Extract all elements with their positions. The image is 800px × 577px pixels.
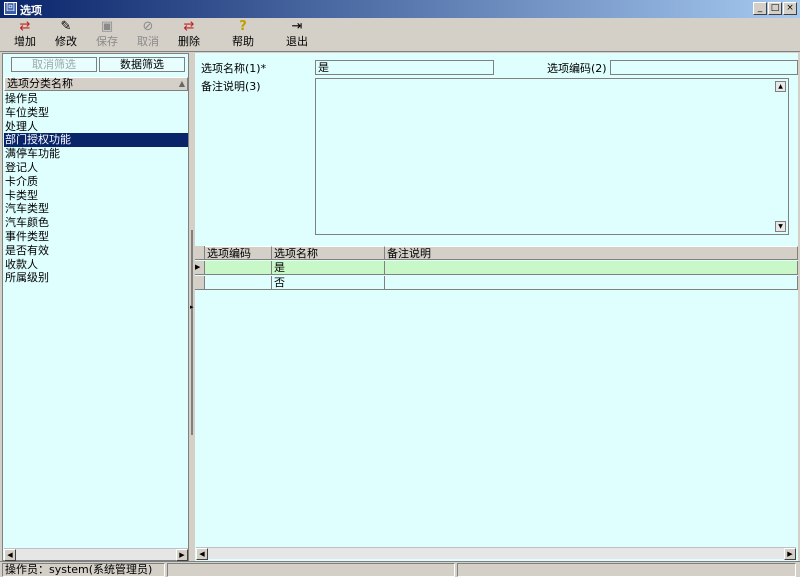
cancel-filter-button[interactable]: 取消筛选: [11, 57, 97, 72]
left-horizontal-scrollbar[interactable]: ◀ ▶: [4, 548, 188, 561]
sort-icon: ▲: [178, 79, 185, 88]
list-item[interactable]: 登记人: [4, 161, 188, 175]
title-bar: 回 选项 _ □ ×: [0, 0, 800, 18]
edit-button[interactable]: ✎ 修改: [44, 19, 88, 51]
detail-panel: 选项名称(1)* 是 选项编码(2) 备注说明(3) ▲ ▼ 选项编码 选项名称…: [195, 53, 798, 561]
edit-label: 修改: [55, 35, 77, 48]
add-button[interactable]: ⇄ 增加: [3, 19, 47, 51]
list-item[interactable]: 卡类型: [4, 189, 188, 203]
scroll-left-icon[interactable]: ◀: [4, 549, 16, 561]
add-label: 增加: [14, 35, 36, 48]
row-indicator: [195, 276, 205, 290]
scroll-down-icon[interactable]: ▼: [775, 221, 786, 232]
option-code-label: 选项编码(2): [547, 62, 607, 75]
category-column-header[interactable]: 选项分类名称 ▲: [4, 77, 188, 91]
list-item[interactable]: 汽车类型: [4, 202, 188, 216]
category-panel: 取消筛选 数据筛选 选项分类名称 ▲ 操作员 车位类型 处理人 部门授权功能 满停车功能…: [2, 53, 189, 561]
cancel-icon: ⊘: [142, 19, 154, 34]
remark-label: 备注说明(3): [201, 80, 261, 93]
exit-icon: ⇥: [291, 19, 303, 34]
scroll-right-icon[interactable]: ▶: [176, 549, 188, 561]
window-title: 选项: [20, 4, 42, 17]
row-name-cell[interactable]: 否: [272, 276, 385, 290]
row-indicator-icon: ▶: [195, 261, 205, 275]
save-button[interactable]: ▣ 保存: [85, 19, 129, 51]
splitter-grip-icon[interactable]: ▸: [190, 303, 194, 311]
help-button[interactable]: ? 帮助: [221, 19, 265, 51]
status-panel-3: [457, 563, 796, 577]
list-item[interactable]: 所属级别: [4, 271, 188, 285]
close-button[interactable]: ×: [783, 2, 797, 15]
table-row[interactable]: ▶ 是: [195, 261, 798, 275]
option-name-input[interactable]: 是: [315, 60, 494, 75]
operator-status: 操作员：system(系统管理员): [2, 563, 165, 577]
save-icon: ▣: [100, 19, 114, 34]
help-label: 帮助: [232, 35, 254, 48]
cancel-button[interactable]: ⊘ 取消: [126, 19, 170, 51]
help-icon: ?: [239, 19, 247, 34]
list-item[interactable]: 车位类型: [4, 106, 188, 120]
status-bar: 操作员：system(系统管理员): [0, 561, 800, 577]
add-icon: ⇄: [19, 19, 31, 34]
list-item[interactable]: 操作员: [4, 92, 188, 106]
grid-header-row: 选项编码 选项名称 备注说明: [195, 246, 798, 260]
row-code-cell[interactable]: [205, 261, 272, 275]
grid-header-indicator: [195, 246, 205, 260]
row-code-cell[interactable]: [205, 276, 272, 290]
data-filter-button[interactable]: 数据筛选: [99, 57, 185, 72]
row-name-cell[interactable]: 是: [272, 261, 385, 275]
list-item[interactable]: 卡介质: [4, 175, 188, 189]
row-remark-cell[interactable]: [385, 276, 798, 290]
grid-header-remark[interactable]: 备注说明: [385, 246, 798, 260]
grid-header-name[interactable]: 选项名称: [272, 246, 385, 260]
minimize-button[interactable]: _: [753, 2, 767, 15]
delete-label: 删除: [178, 35, 200, 48]
exit-button[interactable]: ⇥ 退出: [275, 19, 319, 51]
delete-icon: ⇄: [183, 19, 195, 34]
option-code-input[interactable]: [610, 60, 798, 75]
grid-scroll-right-icon[interactable]: ▶: [784, 548, 796, 560]
category-column-label: 选项分类名称: [7, 77, 73, 90]
remark-textarea[interactable]: ▲ ▼: [315, 78, 789, 235]
app-icon[interactable]: 回: [4, 2, 17, 15]
grid-horizontal-scrollbar[interactable]: ◀ ▶: [196, 547, 796, 560]
edit-icon: ✎: [60, 19, 72, 34]
list-item[interactable]: 是否有效: [4, 244, 188, 258]
scroll-up-icon[interactable]: ▲: [775, 81, 786, 92]
cancel-label: 取消: [137, 35, 159, 48]
option-name-label: 选项名称(1)*: [201, 62, 267, 75]
list-item[interactable]: 收款人: [4, 258, 188, 272]
list-item[interactable]: 部门授权功能: [4, 133, 188, 148]
maximize-button[interactable]: □: [768, 2, 782, 15]
list-item[interactable]: 满停车功能: [4, 147, 188, 161]
grid-header-code[interactable]: 选项编码: [205, 246, 272, 260]
grid-scroll-left-icon[interactable]: ◀: [196, 548, 208, 560]
list-item[interactable]: 事件类型: [4, 230, 188, 244]
delete-button[interactable]: ⇄ 删除: [167, 19, 211, 51]
save-label: 保存: [96, 35, 118, 48]
category-list: 操作员 车位类型 处理人 部门授权功能 满停车功能 登记人 卡介质 卡类型 汽车类型 汽车颜色 事件…: [4, 92, 188, 285]
exit-label: 退出: [286, 35, 308, 48]
splitter-bar: [191, 230, 193, 435]
list-item[interactable]: 汽车颜色: [4, 216, 188, 230]
row-remark-cell[interactable]: [385, 261, 798, 275]
list-item[interactable]: 处理人: [4, 120, 188, 134]
toolbar: ⇄ 增加 ✎ 修改 ▣ 保存 ⊘ 取消 ⇄ 删除 ? 帮助 ⇥ 退出: [0, 18, 800, 52]
status-panel-2: [167, 563, 455, 577]
table-row[interactable]: 否: [195, 276, 798, 290]
